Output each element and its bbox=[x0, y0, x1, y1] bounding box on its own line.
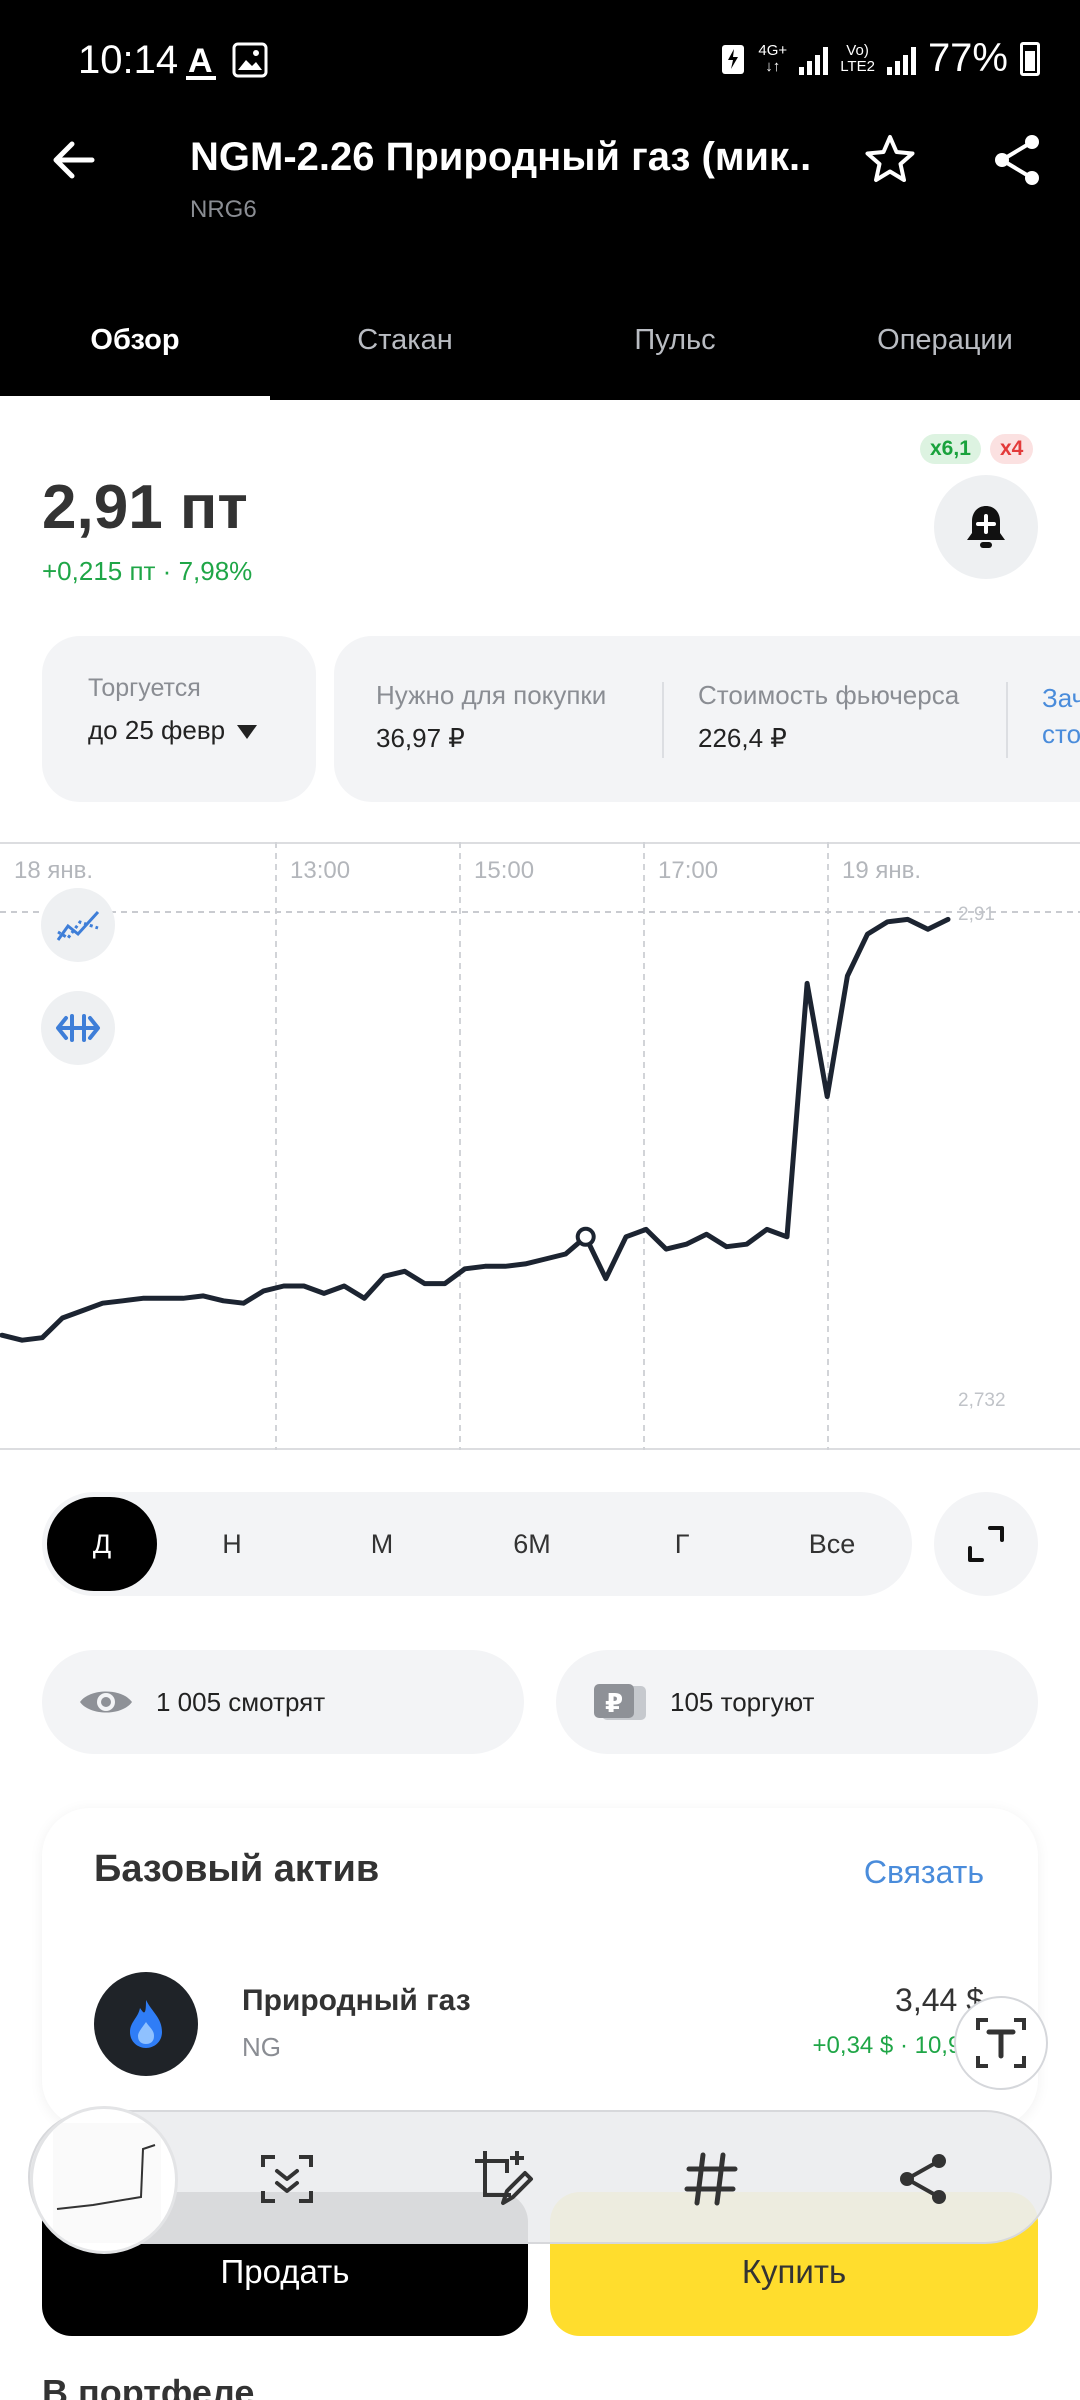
indicators-button[interactable] bbox=[41, 888, 115, 962]
asset-logo[interactable] bbox=[94, 1972, 198, 2076]
futures-cost: Стоимость фьючерса 226,4 ₽ bbox=[698, 680, 960, 753]
scroll-capture-icon[interactable] bbox=[252, 2144, 322, 2214]
watchers-count: 1 005 смотрят bbox=[156, 1686, 326, 1717]
tab-orderbook[interactable]: Стакан bbox=[270, 300, 540, 400]
contract-info-card: Нужно для покупки 36,97 ₽ Стоимость фьюч… bbox=[334, 636, 1080, 802]
compare-button[interactable] bbox=[41, 991, 115, 1065]
image-notification-icon bbox=[232, 42, 268, 78]
text-extract-icon bbox=[976, 2018, 1026, 2068]
x-tick-label: 17:00 bbox=[658, 857, 718, 884]
text-notification-icon: A bbox=[186, 42, 216, 80]
svg-text:A: A bbox=[188, 42, 213, 80]
traders-count: 105 торгуют bbox=[670, 1686, 815, 1717]
svg-text:₽: ₽ bbox=[605, 1689, 623, 1719]
required-margin: Нужно для покупки 36,97 ₽ bbox=[376, 680, 607, 753]
hashtag-icon[interactable] bbox=[676, 2144, 746, 2214]
base-asset-title: Базовый актив bbox=[94, 1848, 380, 1890]
expiry-label: Торгуется bbox=[88, 674, 201, 702]
y-top-label: 2,91 bbox=[958, 904, 995, 925]
expand-icon bbox=[968, 1526, 1004, 1562]
period-day[interactable]: Д bbox=[47, 1497, 157, 1591]
x-tick-label: 18 янв. bbox=[14, 857, 93, 884]
screenshot-thumbnail[interactable] bbox=[30, 2106, 178, 2254]
period-week[interactable]: Н bbox=[157, 1497, 307, 1591]
x-tick-label: 19 янв. bbox=[842, 857, 921, 884]
x-tick-label: 13:00 bbox=[290, 857, 350, 884]
base-asset-card: Базовый актив Связать Природный газ NG 3… bbox=[42, 1808, 1038, 2128]
eye-icon bbox=[80, 1691, 132, 1713]
ticker: NRG6 bbox=[190, 196, 257, 223]
info-more-link[interactable]: Зач сто bbox=[1042, 680, 1080, 752]
asset-code: NG bbox=[242, 2032, 281, 2062]
status-time: 10:14 bbox=[78, 38, 179, 82]
period-all[interactable]: Все bbox=[757, 1497, 907, 1591]
event-marker[interactable] bbox=[575, 1226, 596, 1247]
status-notification-icons: A bbox=[184, 42, 268, 82]
status-system-icons: 4G+ ↓↑ Vo) LTE2 77% bbox=[720, 36, 1040, 81]
tab-pulse[interactable]: Пульс bbox=[540, 300, 810, 400]
arrow-left-icon[interactable] bbox=[46, 132, 102, 188]
star-icon[interactable] bbox=[862, 132, 918, 188]
crop-edit-icon[interactable] bbox=[468, 2144, 538, 2214]
price-change: +0,215 пт · 7,98% bbox=[42, 556, 253, 586]
expand-chart-button[interactable] bbox=[934, 1492, 1038, 1596]
signal-icon bbox=[799, 43, 829, 75]
share-icon[interactable] bbox=[888, 2144, 958, 2214]
period-6m[interactable]: 6М bbox=[457, 1497, 607, 1591]
price-alert-button[interactable] bbox=[934, 475, 1038, 579]
period-selector: Д Н М 6М Г Все bbox=[42, 1492, 912, 1596]
text-extract-button[interactable] bbox=[954, 1996, 1048, 2090]
network-type: 4G+ ↓↑ bbox=[758, 41, 788, 75]
leverage-short-badge: x4 bbox=[990, 434, 1034, 464]
watchers-pill[interactable]: 1 005 смотрят bbox=[42, 1650, 524, 1754]
battery-percent: 77% bbox=[927, 36, 1008, 80]
expiry-value: до 25 февр bbox=[88, 715, 316, 746]
tab-overview[interactable]: Обзор bbox=[0, 300, 270, 400]
asset-name[interactable]: Природный газ bbox=[242, 1984, 471, 2018]
bell-plus-icon bbox=[967, 506, 1005, 548]
leverage-long-badge: x6,1 bbox=[920, 434, 981, 464]
flame-icon bbox=[130, 2000, 162, 2048]
screen: 10:14 A 4G+ ↓↑ Vo) LTE2 77% NGM-2.26 Приро… bbox=[0, 0, 1080, 2400]
x-tick-label: 15:00 bbox=[474, 857, 534, 884]
traders-pill[interactable]: ₽ 105 торгуют bbox=[556, 1650, 1038, 1754]
expiry-selector[interactable]: Торгуется до 25 февр bbox=[42, 636, 316, 802]
share-icon[interactable] bbox=[990, 132, 1046, 188]
capture-toolbar bbox=[28, 2106, 1052, 2254]
header-area: 10:14 A 4G+ ↓↑ Vo) LTE2 77% NGM-2.26 Приро… bbox=[0, 0, 1080, 400]
volte-label: Vo) LTE2 bbox=[840, 41, 875, 75]
divider bbox=[1006, 682, 1008, 758]
period-year[interactable]: Г bbox=[607, 1497, 757, 1591]
portfolio-heading: В портфеле bbox=[42, 2372, 255, 2400]
tab-operations[interactable]: Операции bbox=[810, 300, 1080, 400]
ruble-card-icon: ₽ bbox=[594, 1684, 646, 1720]
price-chart[interactable]: 18 янв. 13:00 15:00 17:00 19 янв. 2,91 2… bbox=[0, 842, 1080, 1450]
page-title: NGM-2.26 Природный газ (мик.. bbox=[190, 135, 812, 179]
link-button[interactable]: Связать bbox=[864, 1854, 984, 1891]
tab-bar: Обзор Стакан Пульс Операции bbox=[0, 300, 1080, 400]
y-bottom-label: 2,732 bbox=[958, 1390, 1006, 1411]
signal-icon-2 bbox=[886, 43, 916, 75]
period-month[interactable]: М bbox=[307, 1497, 457, 1591]
battery-saver-icon bbox=[722, 44, 745, 74]
current-price: 2,91 пт bbox=[42, 473, 248, 542]
caret-down-icon bbox=[237, 725, 258, 740]
battery-icon bbox=[1020, 41, 1040, 76]
divider bbox=[662, 682, 664, 758]
